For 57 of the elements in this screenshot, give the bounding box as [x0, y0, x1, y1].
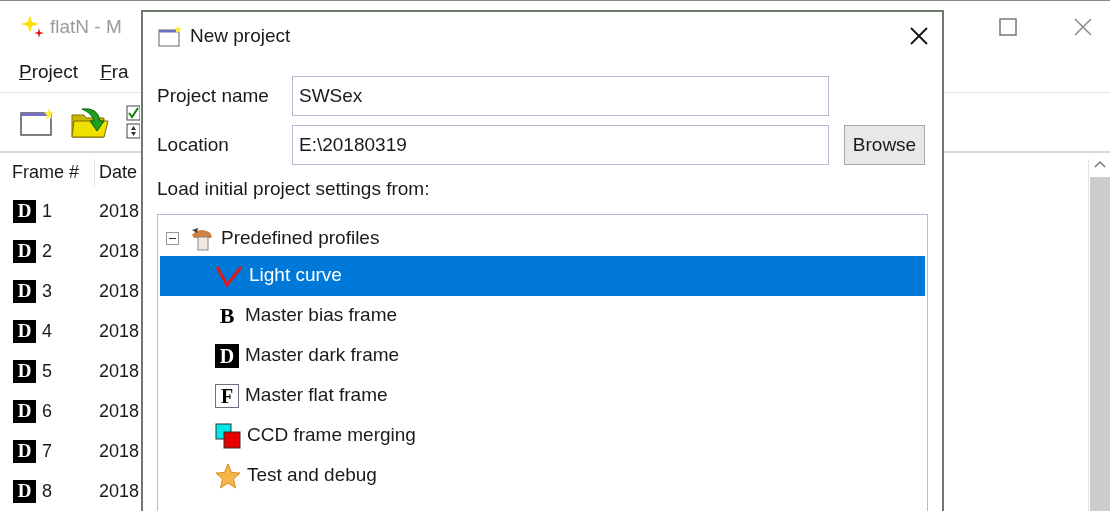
table-cell-text: 2018 [99, 359, 140, 383]
dark-frame-icon: D [13, 439, 36, 463]
table-cell-text: 2018 [99, 279, 140, 303]
overlapping-squares-icon [215, 422, 241, 449]
tree-item[interactable]: F Master flat frame [160, 375, 925, 416]
table-cell-text: 2 [41, 239, 53, 263]
table-cell-text: 2018 [99, 479, 140, 503]
tree-item[interactable]: Predefined profiles [221, 224, 380, 253]
close-icon[interactable] [910, 27, 928, 45]
letter-icon: F [215, 383, 239, 408]
table-cell-text: 6 [41, 399, 53, 423]
dark-frame-icon: D [13, 479, 36, 503]
section-label: Load initial project settings from: [157, 177, 431, 201]
tree-item[interactable]: D Master dark frame [160, 335, 925, 376]
tree-item[interactable]: CCD frame merging [160, 415, 925, 456]
collapse-icon[interactable] [166, 232, 179, 245]
mushroom-icon [189, 225, 215, 252]
table-cell-text: 2018 [99, 319, 140, 343]
checkbox-icon[interactable] [126, 104, 140, 139]
table-cell-text: 2018 [99, 439, 140, 463]
column-header[interactable]: Frame # [12, 158, 95, 186]
star-icon [215, 462, 241, 489]
new-window-icon[interactable] [20, 106, 54, 137]
input-field[interactable]: SWSex [292, 76, 829, 116]
table-cell-text: 2018 [99, 239, 140, 263]
window-title: flatN - M [50, 15, 122, 40]
scroll-up-icon[interactable] [1092, 159, 1107, 169]
table-cell-text: 4 [41, 319, 53, 343]
dark-frame-icon: D [13, 239, 36, 263]
menu-item[interactable]: Fra [100, 58, 129, 87]
dark-frame-icon: D [13, 319, 36, 343]
table-cell-text: 2018 [99, 199, 140, 223]
dark-frame-icon: D [13, 399, 36, 423]
menu-item[interactable]: Project [19, 58, 79, 87]
table-cell-text: 5 [41, 359, 53, 383]
table-cell-text: 7 [41, 439, 53, 463]
input-field[interactable]: E:\20180319 [292, 125, 829, 165]
v-curve-icon [215, 263, 243, 288]
tree-item[interactable]: Test and debug [160, 455, 925, 496]
dialog-title: New project [190, 23, 291, 48]
tree-item[interactable]: B Master bias frame [160, 295, 925, 336]
table-cell-text: 8 [41, 479, 53, 503]
dark-frame-icon: D [13, 279, 36, 303]
new-window-icon [158, 25, 182, 47]
field-label: Location [157, 132, 230, 157]
browse-button[interactable]: Browse [844, 125, 925, 165]
maximize-icon[interactable] [999, 18, 1017, 37]
tree-item[interactable]: Light curve [160, 255, 925, 296]
dark-frame-icon: D [13, 359, 36, 383]
field-label: Project name [157, 83, 270, 108]
letter-icon: B [215, 303, 239, 328]
table-cell-text: 2018 [99, 399, 140, 423]
table-cell-text: 1 [41, 199, 53, 223]
column-header[interactable]: Date [95, 158, 138, 186]
dark-frame-icon: D [13, 199, 36, 223]
table-cell-text: 3 [41, 279, 53, 303]
letter-icon: D [215, 343, 239, 368]
